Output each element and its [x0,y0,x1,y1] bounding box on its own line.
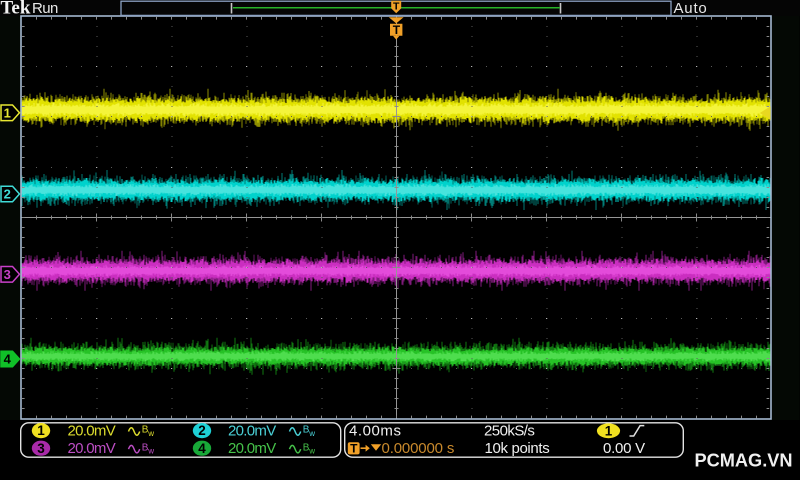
svg-text:Tek: Tek [1,0,31,18]
svg-text:20.0mV: 20.0mV [228,423,276,440]
svg-text:10k points: 10k points [485,440,550,457]
svg-text:20.0mV: 20.0mV [228,440,276,457]
svg-text:PCMAG.VN: PCMAG.VN [695,450,793,470]
svg-text:w: w [308,429,315,438]
svg-text:20.0mV: 20.0mV [68,440,116,457]
svg-text:250kS/s: 250kS/s [484,423,534,440]
svg-text:Run: Run [32,0,58,17]
svg-text:0.000000 s: 0.000000 s [382,440,455,457]
svg-text:T: T [393,1,400,13]
svg-text:1: 1 [605,423,613,438]
svg-text:1: 1 [4,105,11,120]
svg-text:4: 4 [4,352,12,367]
svg-text:20.0mV: 20.0mV [68,423,116,440]
svg-text:3: 3 [37,441,45,456]
svg-text:T: T [350,441,358,455]
svg-text:4.00ms: 4.00ms [349,423,402,440]
svg-text:w: w [147,429,154,438]
svg-text:2: 2 [198,423,206,438]
svg-text:4: 4 [198,441,206,456]
svg-text:w: w [147,446,154,455]
svg-text:T: T [393,23,401,37]
svg-text:1: 1 [37,423,45,438]
svg-text:w: w [308,446,315,455]
svg-text:3: 3 [4,267,11,282]
svg-text:Auto: Auto [674,0,708,17]
svg-text:2: 2 [4,187,11,202]
svg-text:0.00 V: 0.00 V [603,440,645,457]
